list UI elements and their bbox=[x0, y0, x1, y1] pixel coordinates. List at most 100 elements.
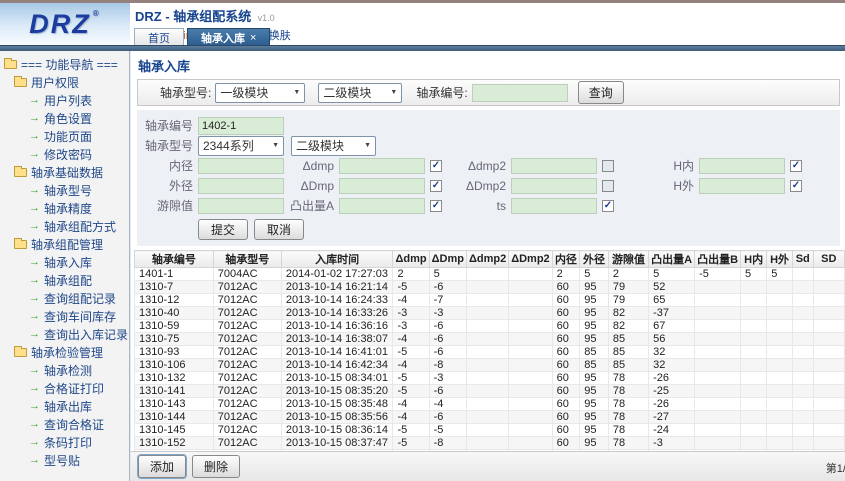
field-input[interactable] bbox=[511, 158, 597, 174]
sidebar-group[interactable]: 轴承基础数据 bbox=[0, 163, 129, 181]
sidebar-root[interactable]: === 功能导航 === bbox=[0, 55, 129, 73]
field-input[interactable] bbox=[699, 158, 785, 174]
query-module-level2-select[interactable]: 二级模块 ▼ bbox=[318, 83, 402, 103]
sidebar-item[interactable]: →查询车间库存 bbox=[0, 307, 129, 325]
tab-bearing-inbound[interactable]: 轴承入库 × bbox=[187, 28, 270, 45]
table-cell: 32 bbox=[649, 359, 695, 372]
field-input[interactable] bbox=[699, 178, 785, 194]
table-header-cell[interactable]: Sd bbox=[792, 251, 813, 268]
sidebar-item[interactable]: →查询出入库记录 bbox=[0, 325, 129, 343]
field-input[interactable] bbox=[339, 178, 425, 194]
sidebar-group[interactable]: 轴承检验管理 bbox=[0, 343, 129, 361]
table-header-cell[interactable]: SD bbox=[813, 251, 844, 268]
sidebar-item[interactable]: →功能页面 bbox=[0, 127, 129, 145]
table-header-cell[interactable]: Δdmp2 bbox=[466, 251, 508, 268]
table-header-cell[interactable]: H外 bbox=[767, 251, 793, 268]
field-input[interactable] bbox=[198, 178, 284, 194]
sidebar-item[interactable]: →轴承型号 bbox=[0, 181, 129, 199]
table-header-cell[interactable]: 入库时间 bbox=[281, 251, 393, 268]
table-row[interactable]: 1310-1457012AC2013-10-15 08:36:14-5-5609… bbox=[135, 424, 845, 437]
tab-home[interactable]: 首页 bbox=[134, 28, 184, 45]
table-header-cell[interactable]: 轴承型号 bbox=[213, 251, 281, 268]
table-row[interactable]: 1310-597012AC2013-10-14 16:36:16-3-66095… bbox=[135, 320, 845, 333]
field-input[interactable] bbox=[198, 198, 284, 214]
field-checkbox[interactable] bbox=[602, 160, 614, 172]
table-cell: -4 bbox=[393, 359, 429, 372]
add-button[interactable]: 添加 bbox=[138, 455, 186, 478]
delete-button[interactable]: 删除 bbox=[192, 455, 240, 478]
table-cell bbox=[741, 320, 767, 333]
search-button[interactable]: 查询 bbox=[578, 81, 624, 104]
table-row[interactable]: 1310-937012AC2013-10-14 16:41:01-5-66085… bbox=[135, 346, 845, 359]
field-input[interactable] bbox=[339, 198, 425, 214]
table-cell bbox=[466, 281, 508, 294]
sidebar-item[interactable]: →条码打印 bbox=[0, 433, 129, 451]
sidebar-item[interactable]: →角色设置 bbox=[0, 109, 129, 127]
table-cell: 85 bbox=[608, 346, 648, 359]
sidebar-item[interactable]: →轴承检测 bbox=[0, 361, 129, 379]
field-checkbox[interactable]: ✓ bbox=[430, 180, 442, 192]
table-cell bbox=[767, 359, 793, 372]
table-row[interactable]: 1310-1447012AC2013-10-15 08:35:56-4-6609… bbox=[135, 411, 845, 424]
form-series-select[interactable]: 2344系列 ▼ bbox=[198, 136, 284, 156]
field-input[interactable] bbox=[511, 178, 597, 194]
table-header-cell[interactable]: 内径 bbox=[552, 251, 580, 268]
table-row[interactable]: 1310-1327012AC2013-10-15 08:34:01-5-3609… bbox=[135, 372, 845, 385]
table-row[interactable]: 1310-77012AC2013-10-14 16:21:14-5-660957… bbox=[135, 281, 845, 294]
sidebar-item[interactable]: →型号贴 bbox=[0, 451, 129, 469]
table-cell bbox=[466, 268, 508, 281]
sidebar-group[interactable]: 用户权限 bbox=[0, 73, 129, 91]
sidebar-item[interactable]: →轴承精度 bbox=[0, 199, 129, 217]
table-header-cell[interactable]: 凸出量B bbox=[695, 251, 741, 268]
table-row[interactable]: 1310-1527012AC2013-10-15 08:37:47-5-8609… bbox=[135, 437, 845, 450]
table-row[interactable]: 1310-1067012AC2013-10-14 16:42:34-4-8608… bbox=[135, 359, 845, 372]
table-row[interactable]: 1310-757012AC2013-10-14 16:38:07-4-66095… bbox=[135, 333, 845, 346]
sidebar-group[interactable]: 轴承组配管理 bbox=[0, 235, 129, 253]
skin-link[interactable]: 换肤 bbox=[269, 30, 291, 42]
form-module-level2-select[interactable]: 二级模块 ▼ bbox=[291, 136, 376, 156]
folder-icon bbox=[14, 78, 27, 87]
table-header-cell[interactable]: ΔDmp bbox=[429, 251, 466, 268]
field-input[interactable] bbox=[511, 198, 597, 214]
sidebar-item[interactable]: →查询合格证 bbox=[0, 415, 129, 433]
table-header-cell[interactable]: 凸出量A bbox=[649, 251, 695, 268]
field-checkbox[interactable] bbox=[602, 180, 614, 192]
arrow-icon: → bbox=[29, 220, 40, 232]
field-checkbox[interactable]: ✓ bbox=[430, 160, 442, 172]
tab-close-icon[interactable]: × bbox=[250, 32, 256, 44]
table-header-cell[interactable]: 轴承编号 bbox=[135, 251, 214, 268]
field-checkbox[interactable]: ✓ bbox=[602, 200, 614, 212]
table-header-cell[interactable]: 游隙值 bbox=[608, 251, 648, 268]
table-row[interactable]: 1310-1417012AC2013-10-15 08:35:20-5-6609… bbox=[135, 385, 845, 398]
sidebar-item[interactable]: →用户列表 bbox=[0, 91, 129, 109]
table-header-cell[interactable]: ΔDmp2 bbox=[509, 251, 552, 268]
table-cell: 78 bbox=[608, 398, 648, 411]
sidebar-item[interactable]: →轴承出库 bbox=[0, 397, 129, 415]
field-checkbox[interactable]: ✓ bbox=[430, 200, 442, 212]
table-header-cell[interactable]: 外径 bbox=[580, 251, 609, 268]
query-module-level1-select[interactable]: 一级模块 ▼ bbox=[215, 83, 305, 103]
field-checkbox[interactable]: ✓ bbox=[790, 180, 802, 192]
submit-button[interactable]: 提交 bbox=[198, 219, 248, 240]
form-serial-input[interactable] bbox=[198, 117, 284, 135]
chevron-down-icon: ▼ bbox=[293, 89, 300, 96]
field-input[interactable] bbox=[198, 158, 284, 174]
cancel-button[interactable]: 取消 bbox=[254, 219, 304, 240]
sidebar-item[interactable]: →轴承入库 bbox=[0, 253, 129, 271]
query-serial-input[interactable] bbox=[472, 84, 568, 102]
table-header-cell[interactable]: Δdmp bbox=[393, 251, 429, 268]
table-row[interactable]: 1310-407012AC2013-10-14 16:33:26-3-36095… bbox=[135, 307, 845, 320]
sidebar-item[interactable]: →合格证打印 bbox=[0, 379, 129, 397]
table-header-cell[interactable]: H内 bbox=[741, 251, 767, 268]
sidebar-item[interactable]: →修改密码 bbox=[0, 145, 129, 163]
table-cell: 60 bbox=[552, 424, 580, 437]
sidebar-item[interactable]: →轴承组配方式 bbox=[0, 217, 129, 235]
table-row[interactable]: 1401-17004AC2014-01-02 17:27:03252525-55… bbox=[135, 268, 845, 281]
table-row[interactable]: 1310-1437012AC2013-10-15 08:35:48-4-4609… bbox=[135, 398, 845, 411]
field-input[interactable] bbox=[339, 158, 425, 174]
table-row[interactable]: 1310-127012AC2013-10-14 16:24:33-4-76095… bbox=[135, 294, 845, 307]
table-cell bbox=[741, 346, 767, 359]
sidebar-item[interactable]: →查询组配记录 bbox=[0, 289, 129, 307]
sidebar-item[interactable]: →轴承组配 bbox=[0, 271, 129, 289]
field-checkbox[interactable]: ✓ bbox=[790, 160, 802, 172]
